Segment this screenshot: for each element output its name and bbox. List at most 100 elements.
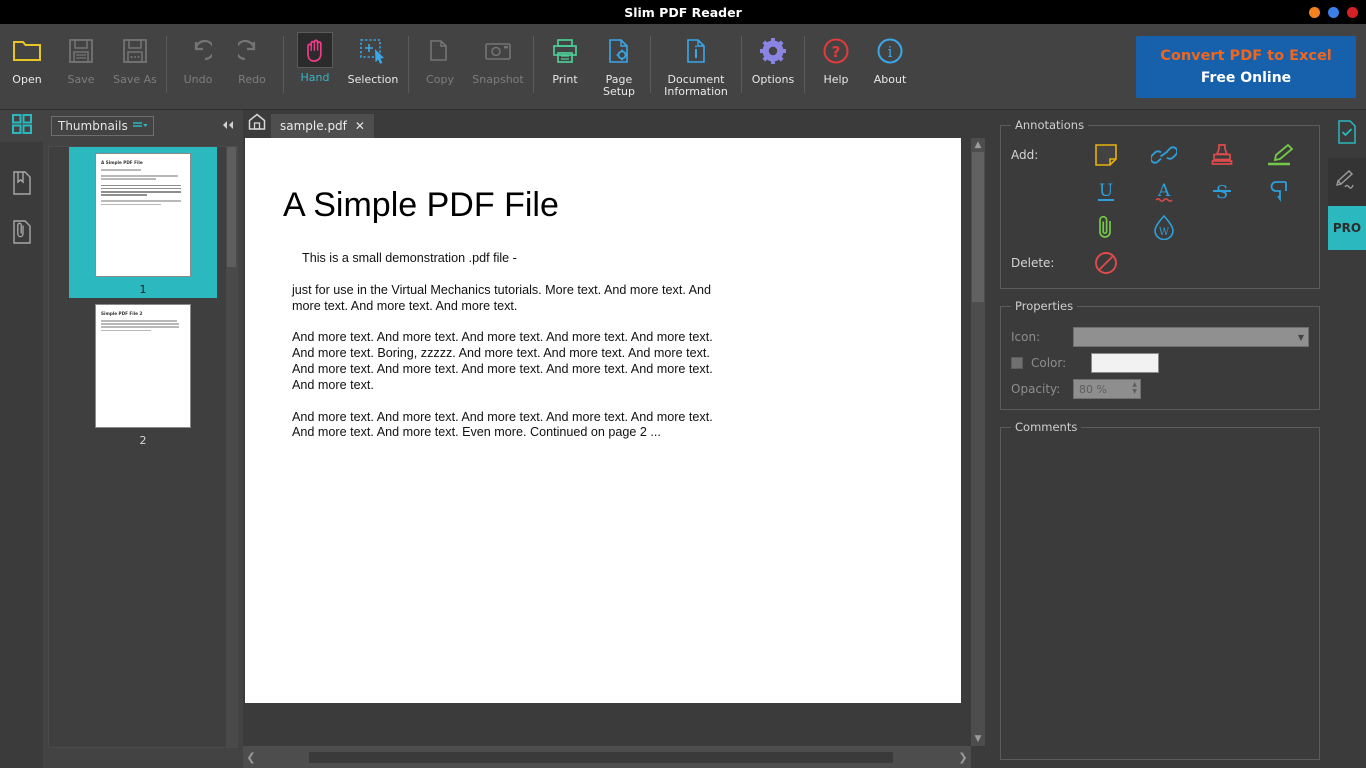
thumbnails-panel: Thumbnails A Simple PDF File 1 Simple PD… (43, 110, 243, 768)
scroll-left-arrow[interactable]: ❮ (243, 751, 259, 764)
about-button[interactable]: i About (863, 24, 917, 109)
paperclip-attachment-icon[interactable] (1077, 212, 1135, 242)
maximize-button[interactable] (1328, 6, 1339, 18)
icon-select-dropdown[interactable]: ▼ (1073, 327, 1309, 347)
page-setup-label: Page Setup (602, 73, 636, 98)
document-tab-sample-pdf[interactable]: sample.pdf ✕ (271, 114, 374, 138)
annotations-tab-button[interactable] (1328, 110, 1366, 158)
home-button[interactable] (243, 110, 271, 138)
right-sidebar-rail: PRO (1328, 110, 1366, 768)
annotations-delete-label: Delete: (1011, 256, 1055, 270)
opacity-value: 80 % (1079, 382, 1107, 396)
signature-tab-button[interactable] (1328, 158, 1366, 206)
document-information-label: Document Information (664, 73, 728, 98)
selection-tool-button[interactable]: Selection (342, 24, 404, 109)
color-swatch-button[interactable] (1091, 353, 1159, 373)
annotation-tools-grid: Add: U A S W Delete: (1011, 140, 1309, 278)
squiggly-underline-icon[interactable]: A (1135, 176, 1193, 206)
toolbar-separator (166, 36, 167, 93)
strikethrough-icon[interactable]: S (1193, 176, 1251, 206)
annotations-group: Annotations Add: U A S W Delete: (1000, 118, 1320, 289)
page-canvas[interactable]: A Simple PDF File This is a small demons… (243, 138, 990, 746)
home-icon (248, 113, 266, 135)
window-controls (1309, 0, 1358, 24)
thumbnails-panel-toggle[interactable] (0, 110, 43, 142)
camera-icon (483, 32, 513, 70)
collapse-panel-button[interactable] (221, 120, 235, 133)
bookmark-document-icon (12, 170, 32, 199)
printer-icon (551, 32, 579, 70)
text-callout-icon[interactable] (1251, 176, 1309, 206)
open-button[interactable]: Open (0, 24, 54, 109)
toolbar-separator (408, 36, 409, 93)
promo-headline: Convert PDF to Excel (1160, 48, 1332, 64)
thumbnail-page-2[interactable]: Simple PDF File 2 2 (69, 298, 217, 449)
scrollbar-thumb[interactable] (972, 152, 984, 302)
underline-icon[interactable]: U (1077, 176, 1135, 206)
sticky-note-icon[interactable] (1077, 140, 1135, 170)
signature-pen-icon (1335, 169, 1359, 195)
stepper-arrows-icon[interactable]: ▲ ▼ (1132, 381, 1137, 395)
tab-bar-filler (373, 114, 990, 138)
document-area: sample.pdf ✕ A Simple PDF File This is a… (243, 110, 990, 768)
watermark-icon[interactable]: W (1135, 212, 1193, 242)
minimize-button[interactable] (1309, 6, 1320, 18)
document-tab-bar: sample.pdf ✕ (243, 110, 990, 138)
close-button[interactable] (1347, 6, 1358, 18)
marquee-select-icon (358, 32, 388, 70)
scrollbar-thumb[interactable] (309, 751, 893, 763)
document-information-button[interactable]: Document Information (655, 24, 737, 109)
help-button[interactable]: ? Help (809, 24, 863, 109)
scroll-up-arrow[interactable]: ▲ (971, 138, 985, 152)
icon-property-row: Icon: ▼ (1011, 327, 1309, 347)
chevron-down-icon: ▼ (1297, 332, 1304, 342)
opacity-stepper[interactable]: 80 % ▲ ▼ (1073, 379, 1141, 399)
options-label: Options (751, 73, 795, 86)
thumbnails-list[interactable]: A Simple PDF File 1 Simple PDF File 2 2 (48, 146, 238, 748)
pdf-paragraph-4: And more text. And more text. And more t… (292, 409, 713, 440)
scroll-down-arrow[interactable]: ▼ (971, 732, 985, 746)
page-setup-icon (606, 32, 632, 70)
bookmarks-panel-button[interactable] (0, 160, 43, 209)
window-title: Slim PDF Reader (624, 4, 742, 20)
close-x-icon[interactable]: ✕ (355, 119, 365, 133)
paperclip-document-icon (12, 219, 32, 248)
page-vertical-scrollbar[interactable]: ▲ ▼ (971, 138, 985, 746)
thumbnails-scrollbar[interactable] (226, 147, 237, 747)
gear-icon (759, 32, 787, 70)
pdf-paragraph-1: This is a small demonstration .pdf file … (302, 251, 517, 265)
toolbar-separator (283, 36, 284, 93)
copy-button[interactable]: Copy (413, 24, 467, 109)
snapshot-button[interactable]: Snapshot (467, 24, 529, 109)
page-horizontal-scrollbar[interactable]: ❮ ❯ (243, 746, 971, 768)
open-label: Open (12, 73, 42, 86)
question-circle-icon: ? (822, 32, 850, 70)
stamp-icon[interactable] (1193, 140, 1251, 170)
thumbnails-view-selector[interactable]: Thumbnails (51, 116, 154, 136)
color-property-row: Color: (1011, 353, 1309, 373)
thumbnail-page-number: 2 (139, 434, 147, 447)
redo-button[interactable]: Redo (225, 24, 279, 109)
print-button[interactable]: Print (538, 24, 592, 109)
options-button[interactable]: Options (746, 24, 800, 109)
thumbnail-page-1[interactable]: A Simple PDF File 1 (69, 147, 217, 298)
scroll-right-arrow[interactable]: ❯ (955, 751, 971, 764)
hand-tool-button[interactable]: Hand (288, 24, 342, 109)
convert-pdf-promo-button[interactable]: Convert PDF to Excel Free Online (1136, 36, 1356, 98)
highlight-marker-icon[interactable] (1251, 140, 1309, 170)
page-setup-button[interactable]: Page Setup (592, 24, 646, 109)
attachments-panel-button[interactable] (0, 209, 43, 258)
link-icon[interactable] (1135, 140, 1193, 170)
svg-text:A: A (1157, 181, 1171, 201)
color-enabled-checkbox[interactable] (1011, 357, 1023, 369)
snapshot-label: Snapshot (472, 73, 524, 86)
delete-prohibited-icon[interactable] (1077, 248, 1135, 278)
save-button[interactable]: Save (54, 24, 108, 109)
scrollbar-thumb[interactable] (227, 147, 236, 267)
undo-button[interactable]: Undo (171, 24, 225, 109)
svg-text:S: S (1216, 182, 1228, 203)
save-as-button[interactable]: Save As (108, 24, 162, 109)
pro-upgrade-tab[interactable]: PRO (1328, 206, 1366, 250)
properties-group: Properties Icon: ▼ Color: Opacity: 80 % … (1000, 299, 1320, 410)
hand-icon (297, 32, 333, 68)
